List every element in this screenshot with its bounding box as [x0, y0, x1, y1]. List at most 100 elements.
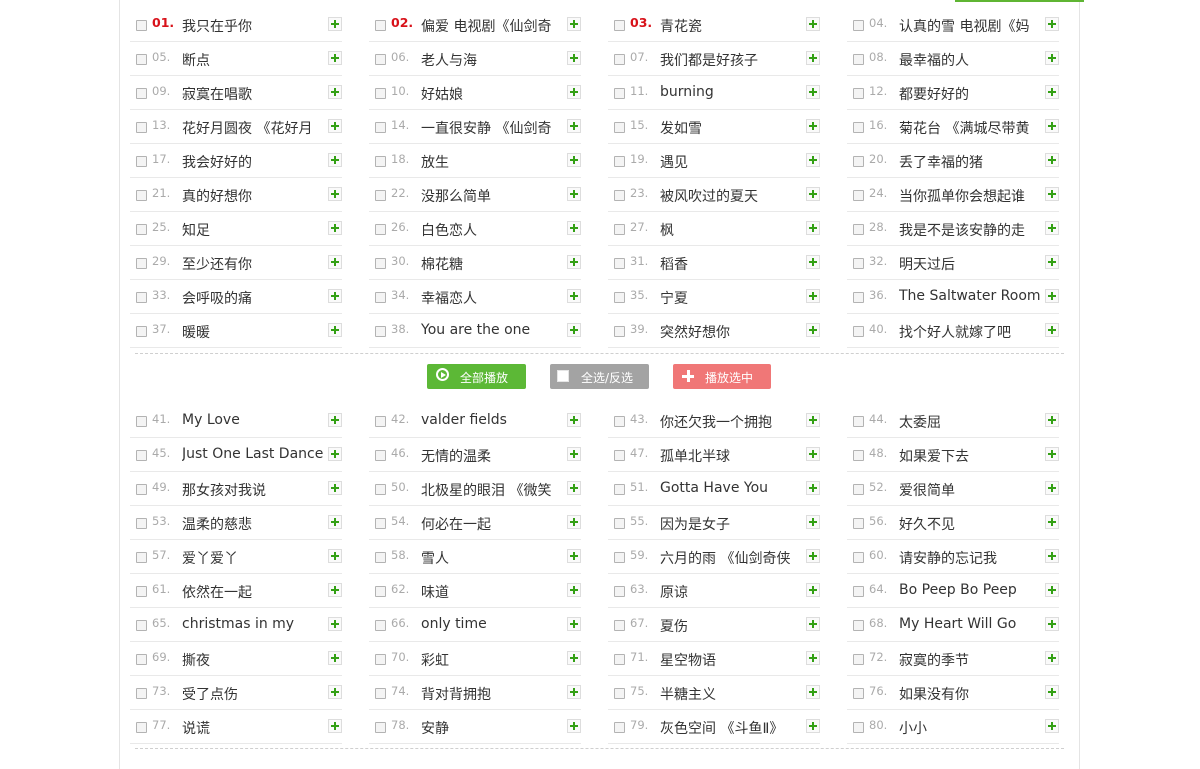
add-song-icon[interactable]: [567, 617, 581, 631]
song-item[interactable]: 27. 枫: [608, 212, 820, 246]
add-song-icon[interactable]: [806, 413, 820, 427]
add-song-icon[interactable]: [1045, 17, 1059, 31]
song-title[interactable]: 雪人: [421, 548, 563, 568]
song-checkbox[interactable]: [136, 326, 147, 337]
song-checkbox[interactable]: [136, 88, 147, 99]
song-checkbox[interactable]: [853, 258, 864, 269]
song-item[interactable]: 47. 孤单北半球: [608, 438, 820, 472]
song-item[interactable]: 65. christmas in my: [130, 608, 342, 642]
song-item[interactable]: 52. 爱很简单: [847, 472, 1059, 506]
add-song-icon[interactable]: [806, 685, 820, 699]
add-song-icon[interactable]: [328, 583, 342, 597]
add-song-icon[interactable]: [567, 289, 581, 303]
song-title[interactable]: Bo Peep Bo Peep: [899, 582, 1041, 598]
song-item[interactable]: 54. 何必在一起: [369, 506, 581, 540]
song-title[interactable]: 背对背拥抱: [421, 684, 563, 704]
song-checkbox[interactable]: [375, 484, 386, 495]
add-song-icon[interactable]: [806, 719, 820, 733]
play-selected-button[interactable]: 播放选中: [673, 364, 771, 389]
add-song-icon[interactable]: [1045, 255, 1059, 269]
song-title[interactable]: 你还欠我一个拥抱: [660, 412, 802, 432]
song-item[interactable]: 14. 一直很安静 《仙剑奇: [369, 110, 581, 144]
song-item[interactable]: 74. 背对背拥抱: [369, 676, 581, 710]
song-item[interactable]: 25. 知足: [130, 212, 342, 246]
song-item[interactable]: 69. 撕夜: [130, 642, 342, 676]
add-song-icon[interactable]: [806, 153, 820, 167]
song-item[interactable]: 33. 会呼吸的痛: [130, 280, 342, 314]
song-item[interactable]: 23. 被风吹过的夏天: [608, 178, 820, 212]
song-title[interactable]: 说谎: [182, 718, 324, 738]
song-item[interactable]: 34. 幸福恋人: [369, 280, 581, 314]
add-song-icon[interactable]: [806, 119, 820, 133]
song-item[interactable]: 43. 你还欠我一个拥抱: [608, 404, 820, 438]
song-checkbox[interactable]: [136, 20, 147, 31]
song-checkbox[interactable]: [614, 552, 625, 563]
song-item[interactable]: 15. 发如雪: [608, 110, 820, 144]
song-title[interactable]: 找个好人就嫁了吧: [899, 322, 1041, 342]
song-item[interactable]: 40. 找个好人就嫁了吧: [847, 314, 1059, 348]
song-title[interactable]: 没那么简单: [421, 186, 563, 206]
song-item[interactable]: 31. 稻香: [608, 246, 820, 280]
play-all-button[interactable]: 全部播放: [427, 364, 526, 389]
song-checkbox[interactable]: [614, 688, 625, 699]
song-title[interactable]: 无情的温柔: [421, 446, 563, 466]
select-all-button[interactable]: 全选/反选: [550, 364, 649, 389]
add-song-icon[interactable]: [328, 515, 342, 529]
add-song-icon[interactable]: [567, 221, 581, 235]
add-song-icon[interactable]: [567, 85, 581, 99]
song-title[interactable]: 稻香: [660, 254, 802, 274]
song-item[interactable]: 24. 当你孤单你会想起谁: [847, 178, 1059, 212]
song-item[interactable]: 30. 棉花糖: [369, 246, 581, 280]
add-song-icon[interactable]: [328, 17, 342, 31]
add-song-icon[interactable]: [328, 549, 342, 563]
add-song-icon[interactable]: [1045, 651, 1059, 665]
song-item[interactable]: 12. 都要好好的: [847, 76, 1059, 110]
add-song-icon[interactable]: [1045, 289, 1059, 303]
add-song-icon[interactable]: [328, 719, 342, 733]
add-song-icon[interactable]: [328, 187, 342, 201]
song-checkbox[interactable]: [375, 292, 386, 303]
song-title[interactable]: 请安静的忘记我: [899, 548, 1041, 568]
add-song-icon[interactable]: [1045, 119, 1059, 133]
song-title[interactable]: 撕夜: [182, 650, 324, 670]
add-song-icon[interactable]: [806, 617, 820, 631]
song-checkbox[interactable]: [375, 122, 386, 133]
add-song-icon[interactable]: [328, 289, 342, 303]
add-song-icon[interactable]: [1045, 447, 1059, 461]
song-checkbox[interactable]: [614, 518, 625, 529]
song-checkbox[interactable]: [614, 190, 625, 201]
song-title[interactable]: My Heart Will Go: [899, 616, 1041, 632]
song-item[interactable]: 35. 宁夏: [608, 280, 820, 314]
song-checkbox[interactable]: [853, 552, 864, 563]
song-item[interactable]: 39. 突然好想你: [608, 314, 820, 348]
song-item[interactable]: 38. You are the one: [369, 314, 581, 348]
song-checkbox[interactable]: [614, 156, 625, 167]
song-checkbox[interactable]: [853, 88, 864, 99]
song-item[interactable]: 70. 彩虹: [369, 642, 581, 676]
song-item[interactable]: 04. 认真的雪 电视剧《妈: [847, 8, 1059, 42]
song-title[interactable]: 知足: [182, 220, 324, 240]
song-item[interactable]: 68. My Heart Will Go: [847, 608, 1059, 642]
add-song-icon[interactable]: [567, 323, 581, 337]
song-item[interactable]: 16. 菊花台 《满城尽带黄: [847, 110, 1059, 144]
song-title[interactable]: Just One Last Dance: [182, 446, 324, 462]
song-title[interactable]: 都要好好的: [899, 84, 1041, 104]
song-checkbox[interactable]: [614, 88, 625, 99]
song-title[interactable]: 灰色空间 《斗鱼Ⅱ》: [660, 718, 802, 738]
song-checkbox[interactable]: [853, 190, 864, 201]
song-checkbox[interactable]: [614, 20, 625, 31]
add-song-icon[interactable]: [328, 447, 342, 461]
song-title[interactable]: 小小: [899, 718, 1041, 738]
add-song-icon[interactable]: [328, 481, 342, 495]
song-checkbox[interactable]: [614, 722, 625, 733]
song-checkbox[interactable]: [853, 20, 864, 31]
song-item[interactable]: 10. 好姑娘: [369, 76, 581, 110]
song-title[interactable]: 彩虹: [421, 650, 563, 670]
add-song-icon[interactable]: [567, 515, 581, 529]
song-item[interactable]: 05. 断点: [130, 42, 342, 76]
song-checkbox[interactable]: [853, 654, 864, 665]
song-item[interactable]: 44. 太委屈: [847, 404, 1059, 438]
song-title[interactable]: 菊花台 《满城尽带黄: [899, 118, 1041, 138]
song-item[interactable]: 17. 我会好好的: [130, 144, 342, 178]
song-item[interactable]: 42. valder fields: [369, 404, 581, 438]
